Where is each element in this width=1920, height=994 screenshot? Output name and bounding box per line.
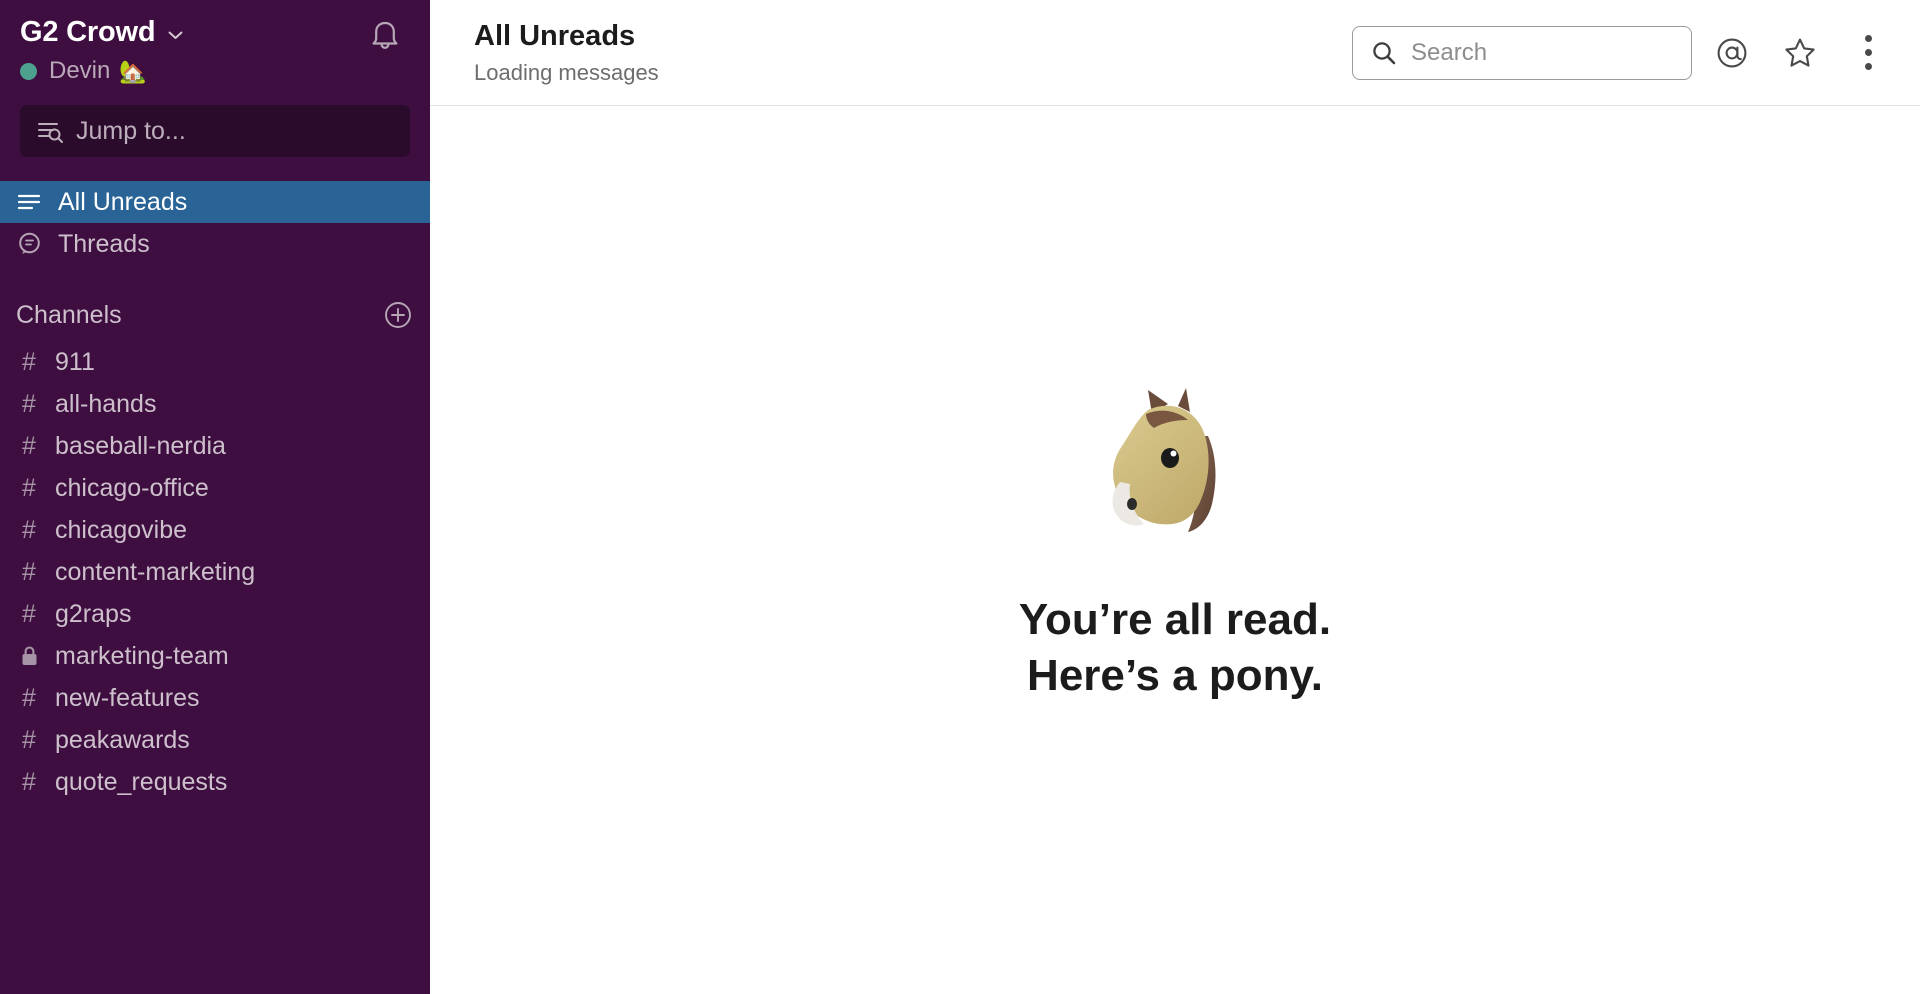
channel-name: marketing-team [55,641,229,670]
top-bar: All Unreads Loading messages [430,0,1920,106]
channel-item-quote_requests[interactable]: # quote_requests [0,761,430,803]
jump-to-icon [38,123,63,144]
channel-header-titles: All Unreads Loading messages [474,19,659,87]
horse-face-emoji [1112,387,1216,532]
sidebar-item-all-unreads[interactable]: All Unreads [0,181,430,224]
channel-item-marketing-team[interactable]: marketing-team [0,635,430,677]
channel-item-g2raps[interactable]: # g2raps [0,593,430,635]
channel-name: quote_requests [55,767,228,796]
sidebar-nav: All Unreads Threads [0,181,430,265]
channels-section-title: Channels [16,300,122,329]
hash-icon: # [22,599,36,628]
sidebar-item-label: Threads [58,229,150,258]
jump-to-search[interactable]: Jump to... [20,105,410,158]
channels-section-header: Channels [0,295,430,335]
channel-item-911[interactable]: #911 [0,341,430,383]
threads-bubble-icon [16,232,44,256]
channel-name: peakawards [55,725,190,754]
sidebar-item-label: All Unreads [58,187,188,216]
chevron-down-icon [168,31,183,40]
user-presence-row[interactable]: Devin 🏡 [20,57,410,86]
jump-to-label: Jump to... [76,116,186,145]
more-vertical-icon [1864,35,1872,70]
bell-icon[interactable] [362,14,408,60]
empty-state-line-1: You’re all read. [1018,594,1332,644]
presence-indicator [20,63,37,81]
channel-name: 911 [55,347,95,376]
team-switcher[interactable]: G2 Crowd [20,16,410,49]
at-mention-icon [1717,38,1747,67]
sidebar-item-threads[interactable]: Threads [0,223,430,265]
empty-state: You’re all read. Here’s a pony. [430,106,1920,994]
search-box[interactable] [1352,25,1692,80]
channel-name: all-hands [55,389,157,418]
starred-button[interactable] [1772,25,1828,81]
user-status-emoji: 🏡 [119,58,147,84]
more-options-button[interactable] [1840,25,1896,81]
page-title: All Unreads [474,19,636,52]
hash-icon: # [22,347,36,376]
sidebar: G2 Crowd Devin 🏡 Jump to... All Unreads … [0,0,430,994]
channel-name: baseball-nerdia [55,431,226,460]
hash-icon: # [22,515,36,544]
channel-item-chicagovibe[interactable]: # chicagovibe [0,509,430,551]
search-input[interactable] [1411,38,1651,67]
hash-icon: # [22,431,36,460]
empty-state-message: You’re all read. Here’s a pony. [1019,592,1331,705]
channel-name: new-features [55,683,200,712]
channel-list: #911 # all-hands # baseball-nerdia # chicago-o… [0,341,430,803]
user-name: Devin [49,57,111,85]
slack-window: G2 Crowd Devin 🏡 Jump to... All Unreads … [0,0,1920,994]
channel-item-all-hands[interactable]: # all-hands [0,383,430,425]
unreads-list-icon [16,190,44,214]
channel-name: chicagovibe [55,515,188,544]
empty-state-line-2: Here’s a pony. [1027,651,1323,700]
search-icon [1373,41,1396,64]
channel-item-new-features[interactable]: # new-features [0,677,430,719]
channel-name: chicago-office [55,473,209,502]
lock-icon [16,645,42,667]
channel-item-peakawards[interactable]: # peakawards [0,719,430,761]
mentions-button[interactable] [1704,25,1760,81]
loading-status: Loading messages [474,60,659,86]
channel-item-chicago-office[interactable]: # chicago-office [0,467,430,509]
hash-icon: # [22,767,36,796]
channel-name: g2raps [55,599,132,628]
channel-item-baseball-nerdia[interactable]: # baseball-nerdia [0,425,430,467]
hash-icon: # [22,557,36,586]
main-panel: All Unreads Loading messages Search You’… [430,0,1920,994]
hash-icon: # [22,389,36,418]
channel-item-content-marketing[interactable]: # content-marketing [0,551,430,593]
plus-circle-icon[interactable] [384,301,412,329]
top-bar-actions [1352,25,1896,81]
hash-icon: # [22,725,36,754]
channel-name: content-marketing [55,557,256,586]
star-outline-icon [1785,38,1815,67]
team-header: G2 Crowd Devin 🏡 [0,0,430,86]
hash-icon: # [22,683,36,712]
team-name: G2 Crowd [20,16,156,48]
hash-icon: # [22,473,36,502]
